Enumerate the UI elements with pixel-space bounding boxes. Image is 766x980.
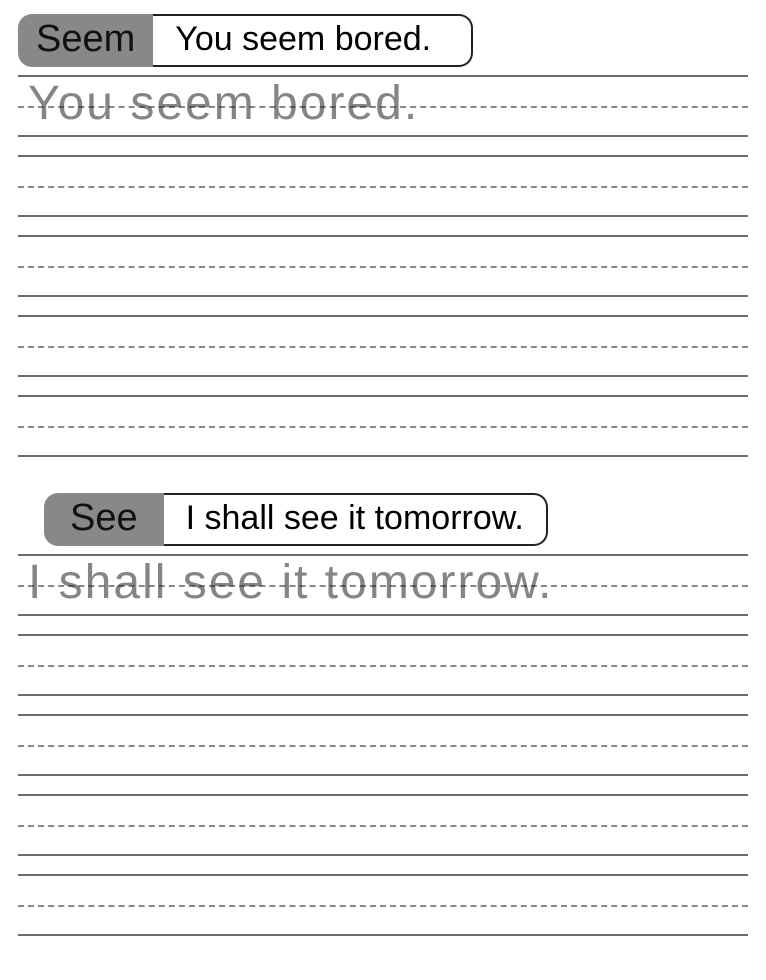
- guide-line-mid: [18, 266, 748, 268]
- sight-word-badge: See: [44, 493, 164, 546]
- writing-line[interactable]: [18, 634, 748, 696]
- guide-line-bottom: [18, 375, 748, 377]
- blank-writing-lines: [18, 634, 748, 936]
- guide-line-bottom: [18, 694, 748, 696]
- guide-line-top: [18, 634, 748, 636]
- guide-line-top: [18, 235, 748, 237]
- guide-line-top: [18, 794, 748, 796]
- guide-line-mid: [18, 905, 748, 907]
- writing-line[interactable]: [18, 395, 748, 457]
- writing-line[interactable]: [18, 794, 748, 856]
- tracing-text: You seem bored.: [28, 76, 419, 131]
- guide-line-top: [18, 315, 748, 317]
- tracing-line[interactable]: You seem bored.: [18, 75, 748, 137]
- worksheet-section-seem: Seem You seem bored. You seem bored.: [18, 14, 748, 457]
- guide-line-mid: [18, 745, 748, 747]
- guide-line-top: [18, 714, 748, 716]
- example-sentence-box: You seem bored.: [153, 14, 473, 67]
- guide-line-mid: [18, 825, 748, 827]
- guide-line-bottom: [18, 215, 748, 217]
- writing-line[interactable]: [18, 714, 748, 776]
- guide-line-bottom: [18, 854, 748, 856]
- writing-line[interactable]: [18, 155, 748, 217]
- writing-line[interactable]: [18, 315, 748, 377]
- guide-line-top: [18, 155, 748, 157]
- guide-line-bottom: [18, 614, 748, 616]
- example-sentence-box: I shall see it tomorrow.: [164, 493, 548, 546]
- header-row: See I shall see it tomorrow.: [44, 493, 748, 546]
- guide-line-mid: [18, 665, 748, 667]
- writing-line[interactable]: [18, 874, 748, 936]
- guide-line-bottom: [18, 455, 748, 457]
- guide-line-top: [18, 874, 748, 876]
- guide-line-mid: [18, 186, 748, 188]
- blank-writing-lines: [18, 155, 748, 457]
- worksheet-section-see: See I shall see it tomorrow. I shall see…: [18, 493, 748, 936]
- tracing-text: I shall see it tomorrow.: [28, 555, 554, 610]
- guide-line-mid: [18, 426, 748, 428]
- writing-line[interactable]: [18, 235, 748, 297]
- sight-word-badge: Seem: [18, 14, 153, 67]
- guide-line-bottom: [18, 934, 748, 936]
- guide-line-top: [18, 395, 748, 397]
- guide-line-mid: [18, 346, 748, 348]
- guide-line-bottom: [18, 135, 748, 137]
- guide-line-bottom: [18, 295, 748, 297]
- header-row: Seem You seem bored.: [18, 14, 748, 67]
- guide-line-bottom: [18, 774, 748, 776]
- tracing-line[interactable]: I shall see it tomorrow.: [18, 554, 748, 616]
